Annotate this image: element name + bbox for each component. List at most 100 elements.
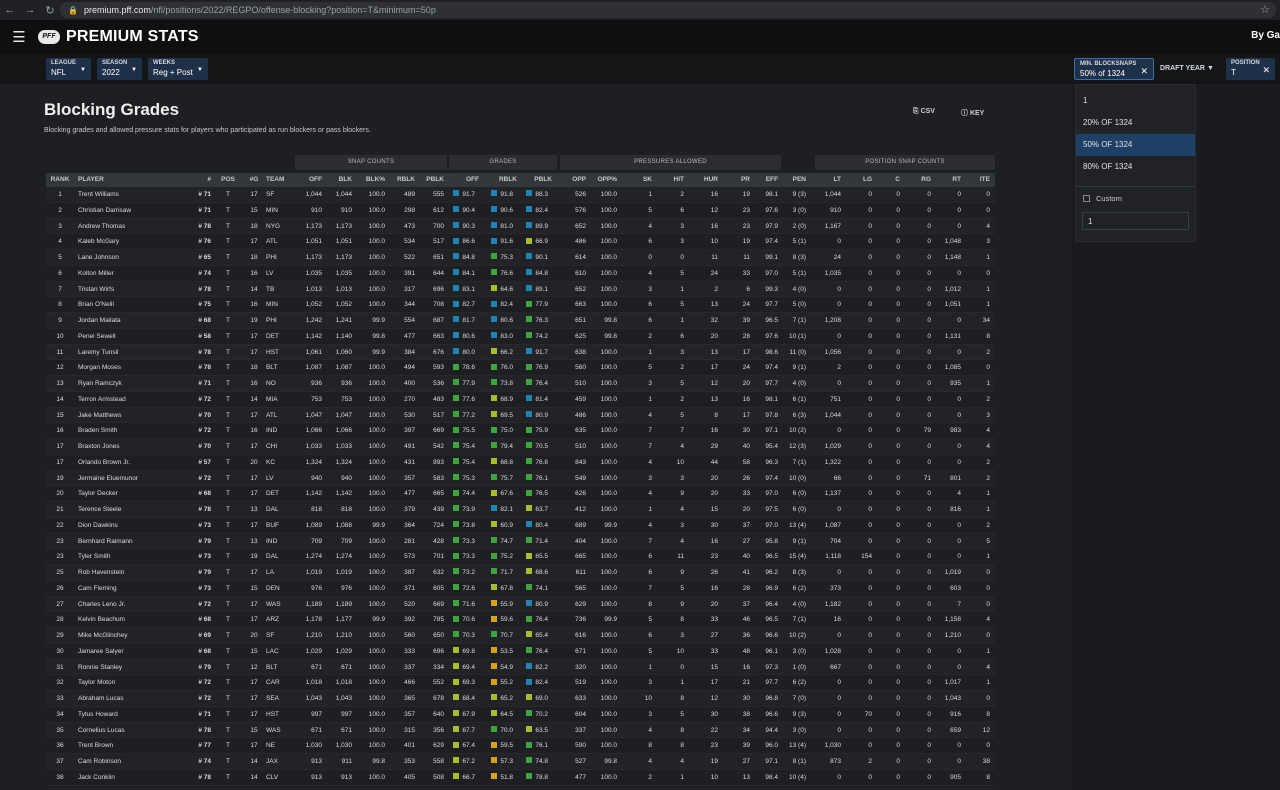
cell-player[interactable]: Mike McGlinchey [78,628,188,643]
cell-player[interactable]: Braxton Jones [78,439,188,454]
col-header-off-snaps[interactable]: OFF [295,173,322,187]
col-header-rank[interactable]: RANK [46,173,74,187]
cell-player[interactable]: Jack Conklin [78,770,188,785]
clear-icon[interactable]: ✕ [1262,65,1270,76]
menu-icon[interactable]: ☰ [6,28,32,46]
cell-player[interactable]: Rob Havenstein [78,565,188,580]
col-header-rt[interactable]: RT [936,173,961,187]
col-header-c[interactable]: C [876,173,900,187]
cell-player[interactable]: Kelvin Beachum [78,612,188,627]
cell-off-snaps: 976 [311,584,322,592]
cell-player[interactable]: Orlando Brown Jr. [78,455,188,470]
cell-player[interactable]: Charles Leno Jr. [78,597,188,612]
cell-player[interactable]: Kaleb McGary [78,234,188,249]
cell-player[interactable]: Taylor Decker [78,486,188,501]
col-header-player[interactable]: PLAYER [78,173,188,187]
csv-button[interactable]: ⎘ CSV [913,108,935,116]
col-header-penalties[interactable]: PEN [782,173,806,187]
col-header-games[interactable]: #G [244,173,264,187]
cell-player[interactable]: Lane Johnson [78,250,188,265]
cell-player[interactable]: Penei Sewell [78,329,188,344]
cell-player[interactable]: Tytus Howard [78,707,188,722]
cell-player[interactable]: Laremy Tunsil [78,345,188,360]
col-header-opp[interactable]: OPP [566,173,586,187]
cell-player[interactable]: Trent Williams [78,187,188,202]
col-header-blk-pct[interactable]: BLK% [355,173,385,187]
by-game-link[interactable]: By Ga [1251,30,1280,41]
cell-player[interactable]: Jermaine Eluemunor [78,471,188,486]
cell-player[interactable]: Abraham Lucas [78,691,188,706]
cell-player[interactable]: Tyler Smith [78,549,188,564]
cell-rank: 17 [56,443,64,450]
custom-value-input[interactable]: 1 [1082,212,1189,230]
col-header-eff[interactable]: EFF [752,173,778,187]
cell-player[interactable]: Tristan Wirfs [78,282,188,297]
cell-player[interactable]: Jordan Mailata [78,313,188,328]
dropdown-option[interactable]: 20% OF 1324 [1076,112,1195,134]
clear-icon[interactable]: ✕ [1140,66,1148,77]
position-select[interactable]: POSITION T ✕ [1226,58,1275,80]
cell-player[interactable]: Jake Matthews [78,408,188,423]
col-header-rblk-grade[interactable]: RBLK [486,173,517,187]
custom-checkbox[interactable] [1083,195,1090,202]
col-header-hits[interactable]: HIT [660,173,684,187]
cell-player[interactable]: Ronnie Stanley [78,660,188,675]
custom-option[interactable]: Custom [1076,186,1195,210]
forward-icon[interactable]: → [20,4,40,16]
col-header-lt[interactable]: LT [815,173,841,187]
col-header-blk-snaps[interactable]: BLK [324,173,352,187]
col-header-pos[interactable]: POS [216,173,240,187]
col-header-jersey[interactable]: # [189,173,211,187]
col-header-opp-pct[interactable]: OPP% [594,173,617,187]
col-header-rblk-snaps[interactable]: RBLK [388,173,415,187]
reload-icon[interactable]: ↻ [40,4,60,17]
cell-player[interactable]: Andrew Thomas [78,219,188,234]
address-bar[interactable]: 🔒 premium.pff.com /nfl/positions/2022/RE… [60,2,1276,18]
table-row: 36 Trent Brown # 77 T 17 NE 1,030 1,030 100.0 401… [46,738,995,754]
col-header-hurries[interactable]: HUR [692,173,718,187]
cell-player[interactable]: Terron Armstead [78,392,188,407]
cell-player[interactable]: Bernhard Raimann [78,534,188,549]
cell-player[interactable]: Cam Robinson [78,754,188,769]
cell-eff: 95.4 [765,443,778,450]
bookmark-star-icon[interactable]: ☆ [1260,3,1270,16]
cell-ite: 1 [986,254,990,261]
cell-player[interactable]: Trent Brown [78,738,188,753]
col-header-team[interactable]: TEAM [266,173,290,187]
cell-player[interactable]: Brian O'Neill [78,297,188,312]
col-header-rg[interactable]: RG [906,173,931,187]
cell-player[interactable]: Christian Darrisaw [78,203,188,218]
cell-games: 18 [250,222,258,230]
cell-player[interactable]: Dion Dawkins [78,518,188,533]
min-snaps-select[interactable]: MIN. BLOCKSNAPS 50% of 1324 ✕ [1074,58,1154,80]
col-header-sacks[interactable]: SK [629,173,652,187]
cell-player[interactable]: Cam Fleming [78,581,188,596]
pff-logo[interactable]: PFF [38,30,60,44]
col-header-pblk-snaps[interactable]: PBLK [417,173,444,187]
cell-player[interactable]: Braden Smith [78,423,188,438]
league-select[interactable]: LEAGUE NFL ▼ [46,58,91,80]
dropdown-option[interactable]: 80% OF 1324 [1076,156,1195,178]
col-header-ite[interactable]: ITE [964,173,990,187]
cell-player[interactable]: Kolton Miller [78,266,188,281]
cell-player[interactable]: Terence Steele [78,502,188,517]
col-header-lg[interactable]: LG [846,173,872,187]
cell-player[interactable]: Ryan Ramczyk [78,376,188,391]
dropdown-option[interactable]: 1 [1076,90,1195,112]
draft-year-select[interactable]: DRAFT YEAR ▼ [1160,65,1214,72]
cell-pressures: 34 [742,726,750,734]
weeks-select[interactable]: WEEKS Reg + Post ▼ [148,58,208,80]
season-select[interactable]: SEASON 2022 ▼ [97,58,142,80]
col-header-pressures[interactable]: PR [724,173,750,187]
dropdown-option[interactable]: 50% OF 1324 [1076,134,1195,156]
col-header-off-grade[interactable]: OFF [449,173,479,187]
cell-pos: T [226,632,230,639]
key-button[interactable]: ⓘ KEY [961,108,984,118]
cell-c: 0 [896,632,900,639]
cell-player[interactable]: Jamaree Salyer [78,644,188,659]
cell-player[interactable]: Morgan Moses [78,360,188,375]
cell-player[interactable]: Taylor Moton [78,675,188,690]
back-icon[interactable]: ← [0,4,20,16]
col-header-pblk-grade[interactable]: PBLK [524,173,552,187]
cell-player[interactable]: Cornelius Lucas [78,723,188,738]
